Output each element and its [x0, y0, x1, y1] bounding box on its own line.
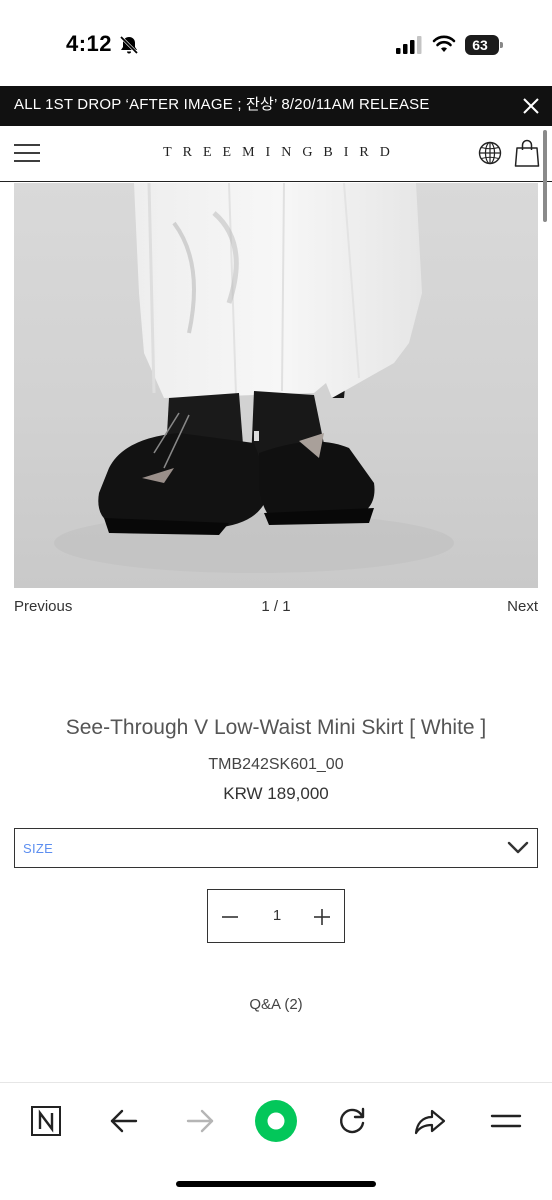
status-time: 4:12 — [66, 31, 113, 56]
cellular-signal-icon — [396, 36, 422, 54]
status-bar: 4:12 63 — [0, 0, 552, 86]
menu-icon[interactable] — [486, 1101, 526, 1141]
globe-icon[interactable] — [478, 141, 502, 165]
gallery-pager: Previous 1 / 1 Next — [14, 598, 538, 620]
wifi-icon — [432, 35, 456, 52]
home-indicator[interactable] — [176, 1181, 376, 1187]
gallery-counter: 1 / 1 — [261, 598, 291, 615]
page-scrollbar[interactable] — [543, 130, 547, 222]
naver-n-icon[interactable] — [26, 1101, 66, 1141]
product-photo[interactable] — [14, 183, 538, 588]
back-arrow-icon[interactable] — [104, 1101, 144, 1141]
quantity-stepper: 1 — [207, 889, 345, 943]
announcement-bar: ALL 1ST DROP ‘AFTER IMAGE ; 잔상’ 8/20/11A… — [0, 86, 552, 126]
forward-arrow-icon[interactable] — [180, 1101, 220, 1141]
next-link[interactable]: Next — [507, 598, 538, 615]
share-icon[interactable] — [410, 1101, 450, 1141]
battery-icon: 63 — [465, 35, 503, 55]
size-select-label: SIZE — [23, 841, 54, 856]
announcement-text[interactable]: ALL 1ST DROP ‘AFTER IMAGE ; 잔상’ 8/20/11A… — [14, 86, 430, 126]
plus-icon[interactable] — [312, 907, 332, 927]
product-photo-illustration — [14, 183, 538, 588]
product-code: TMB242SK601_00 — [208, 756, 344, 773]
site-header: TREEMINGBIRD — [0, 126, 552, 182]
chevron-down-icon — [507, 841, 529, 854]
shopping-bag-icon[interactable] — [514, 139, 540, 167]
battery-cap — [500, 42, 503, 48]
green-dot-icon[interactable] — [252, 1097, 300, 1145]
size-select[interactable]: SIZE — [14, 828, 538, 868]
battery-level: 63 — [472, 37, 488, 53]
close-icon[interactable] — [518, 93, 544, 119]
reload-icon[interactable] — [332, 1101, 372, 1141]
bell-slash-icon — [119, 35, 139, 55]
product-title: See-Through V Low-Waist Mini Skirt [ Whi… — [65, 716, 487, 739]
quantity-value[interactable]: 1 — [252, 907, 302, 924]
qna-link[interactable]: Q&A (2) — [0, 996, 552, 1013]
product-price: KRW 189,000 — [223, 784, 329, 803]
brand-logo[interactable]: TREEMINGBIRD — [0, 145, 552, 161]
minus-icon[interactable] — [220, 908, 240, 926]
